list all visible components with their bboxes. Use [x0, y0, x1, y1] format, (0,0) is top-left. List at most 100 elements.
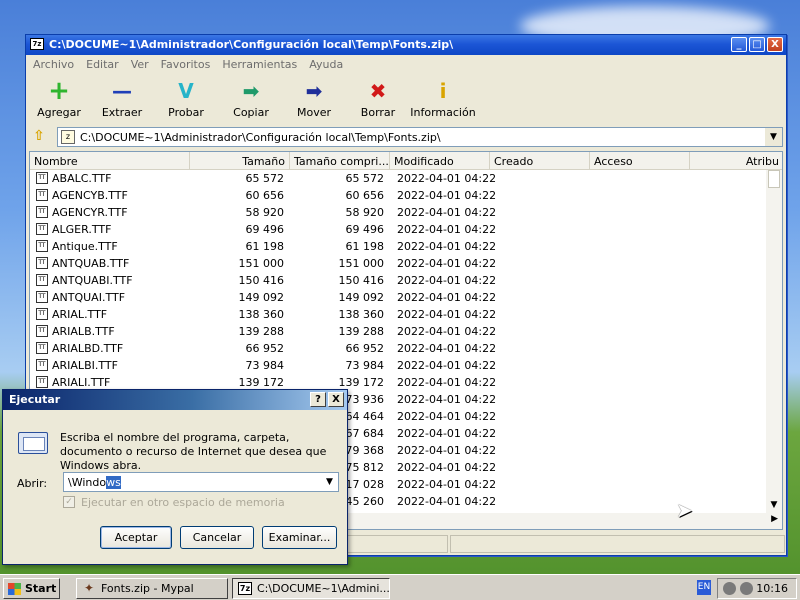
cell-name: Antique.TTF [52, 240, 118, 253]
font-file-icon: TT [36, 223, 48, 235]
menu-archivo[interactable]: Archivo [26, 55, 79, 71]
column-header-name[interactable]: Nombre [30, 152, 190, 170]
cell-modified: 2022-04-01 04:22 [397, 291, 497, 304]
menu-ver[interactable]: Ver [124, 55, 154, 71]
cell-modified: 2022-04-01 04:22 [397, 478, 497, 491]
menu-editar[interactable]: Editar [79, 55, 124, 71]
font-file-icon: TT [36, 172, 48, 184]
browse-button[interactable]: Examinar... [262, 526, 337, 549]
menu-favoritos[interactable]: Favoritos [154, 55, 216, 71]
column-header-accessed[interactable]: Acceso [590, 152, 690, 170]
table-row[interactable]: TT AGENCYR.TTF 58 920 58 920 2022-04-01 04:2… [30, 204, 768, 221]
cancel-button[interactable]: Cancelar [180, 526, 254, 549]
cell-packed-size: 151 000 [338, 257, 385, 270]
address-bar: ⇧ z C:\DOCUME~1\Administrador\Configurac… [26, 125, 786, 149]
start-button[interactable]: Start [3, 578, 60, 599]
cell-packed-size: 150 416 [338, 274, 385, 287]
font-file-icon: TT [36, 189, 48, 201]
address-dropdown-arrow[interactable]: ▼ [765, 128, 782, 146]
run-dialog: Ejecutar ? X Escriba el nombre del progr… [2, 389, 348, 565]
help-button[interactable]: ? [310, 392, 326, 407]
tray-speaker-icon[interactable] [723, 582, 736, 595]
table-row[interactable]: TT ARIAL.TTF 138 360 138 360 2022-04-01 04:2… [30, 306, 768, 323]
task-sevenzip[interactable]: 7z C:\DOCUME~1\Admini... [232, 578, 390, 599]
table-row[interactable]: TT ANTQUAI.TTF 149 092 149 092 2022-04-01 04… [30, 289, 768, 306]
copy-button[interactable]: ➡ Copiar [218, 79, 284, 119]
column-header-size[interactable]: Tamaño [190, 152, 290, 170]
separate-memory-checkbox: ✓ [63, 496, 75, 508]
cell-size: 73 984 [245, 359, 285, 372]
table-row[interactable]: TT AGENCYB.TTF 60 656 60 656 2022-04-01 04:2… [30, 187, 768, 204]
cell-modified: 2022-04-01 04:22 [397, 240, 497, 253]
cell-name: ARIALBD.TTF [52, 342, 124, 355]
cell-packed-size: 60 656 [345, 189, 385, 202]
minus-icon: — [112, 79, 132, 103]
test-button[interactable]: V Probar [153, 79, 219, 119]
cell-modified: 2022-04-01 04:22 [397, 206, 497, 219]
table-row[interactable]: TT ARIALBI.TTF 73 984 73 984 2022-04-01 04:2… [30, 357, 768, 374]
open-input-dropdown-arrow[interactable]: ▼ [321, 473, 338, 491]
cell-packed-size: 65 572 [345, 172, 385, 185]
table-row[interactable]: TT ABALC.TTF 65 572 65 572 2022-04-01 04:22 [30, 170, 768, 187]
scroll-down-arrow[interactable]: ▼ [766, 500, 782, 514]
table-row[interactable]: TT ANTQUAB.TTF 151 000 151 000 2022-04-01 04… [30, 255, 768, 272]
column-header-modified[interactable]: Modificado [390, 152, 490, 170]
open-input[interactable]: \Windows ▼ [63, 472, 339, 492]
table-row[interactable]: TT ARIALBD.TTF 66 952 66 952 2022-04-01 04:2… [30, 340, 768, 357]
run-dialog-title: Ejecutar [9, 393, 61, 406]
cell-name: ARIAL.TTF [52, 308, 108, 321]
move-button[interactable]: ➡ Mover [281, 79, 347, 119]
menu-ayuda[interactable]: Ayuda [302, 55, 348, 71]
font-file-icon: TT [36, 240, 48, 252]
address-combobox[interactable]: z C:\DOCUME~1\Administrador\Configuració… [57, 127, 783, 147]
table-row[interactable]: TT ANTQUABI.TTF 150 416 150 416 2022-04-01 0… [30, 272, 768, 289]
vertical-scrollbar[interactable]: ▼ [766, 170, 782, 514]
font-file-icon: TT [36, 206, 48, 218]
extract-button[interactable]: — Extraer [89, 79, 155, 119]
cell-name: ANTQUAI.TTF [52, 291, 126, 304]
scrollbar-thumb[interactable] [768, 170, 780, 188]
column-header-packed-size[interactable]: Tamaño compri... [290, 152, 390, 170]
cell-packed-size: 138 360 [338, 308, 385, 321]
cell-modified: 2022-04-01 04:22 [397, 172, 497, 185]
add-button[interactable]: + Agregar [26, 78, 92, 119]
cell-size: 149 092 [238, 291, 285, 304]
table-row[interactable]: TT Antique.TTF 61 198 61 198 2022-04-01 04:2… [30, 238, 768, 255]
move-button-label: Mover [296, 106, 332, 119]
extract-button-label: Extraer [101, 106, 143, 119]
info-button[interactable]: i Información [410, 79, 476, 119]
cell-name: ANTQUAB.TTF [52, 257, 130, 270]
cell-size: 65 572 [245, 172, 285, 185]
column-header-attributes[interactable]: Atribu [690, 152, 782, 170]
cell-size: 66 952 [245, 342, 285, 355]
info-icon: i [439, 79, 447, 103]
maximize-button[interactable]: □ [749, 37, 765, 52]
task-mypal[interactable]: ✦ Fonts.zip - Mypal [76, 578, 228, 599]
font-file-icon: TT [36, 342, 48, 354]
scroll-right-arrow[interactable]: ▶ [771, 514, 778, 524]
table-row[interactable]: TT ARIALB.TTF 139 288 139 288 2022-04-01 04:… [30, 323, 768, 340]
close-button[interactable]: X [767, 37, 783, 52]
task-sevenzip-label: C:\DOCUME~1\Admini... [257, 582, 390, 595]
language-indicator[interactable]: EN [697, 580, 711, 595]
tray-network-icon[interactable] [740, 582, 753, 595]
table-row[interactable]: TT ALGER.TTF 69 496 69 496 2022-04-01 04:22 [30, 221, 768, 238]
cell-size: 69 496 [245, 223, 285, 236]
ok-button[interactable]: Aceptar [100, 526, 172, 549]
menu-bar: Archivo Editar Ver Favoritos Herramientas Ayu… [26, 55, 786, 74]
delete-button[interactable]: ✖ Borrar [345, 79, 411, 119]
cell-modified: 2022-04-01 04:22 [397, 495, 497, 508]
menu-herramientas[interactable]: Herramientas [215, 55, 302, 71]
run-dialog-close-button[interactable]: X [328, 392, 344, 407]
cell-modified: 2022-04-01 04:22 [397, 257, 497, 270]
cell-name: AGENCYB.TTF [52, 189, 128, 202]
minimize-button[interactable]: _ [731, 37, 747, 52]
font-file-icon: TT [36, 325, 48, 337]
sevenzip-icon: 7z [238, 582, 252, 595]
column-header-created[interactable]: Creado [490, 152, 590, 170]
run-dialog-titlebar[interactable]: Ejecutar ? X [3, 390, 347, 410]
cell-name: ARIALI.TTF [52, 376, 111, 389]
font-file-icon: TT [36, 308, 48, 320]
window-titlebar[interactable]: 7z C:\DOCUME~1\Administrador\Configuraci… [26, 35, 786, 55]
up-folder-button[interactable]: ⇧ [29, 128, 49, 146]
